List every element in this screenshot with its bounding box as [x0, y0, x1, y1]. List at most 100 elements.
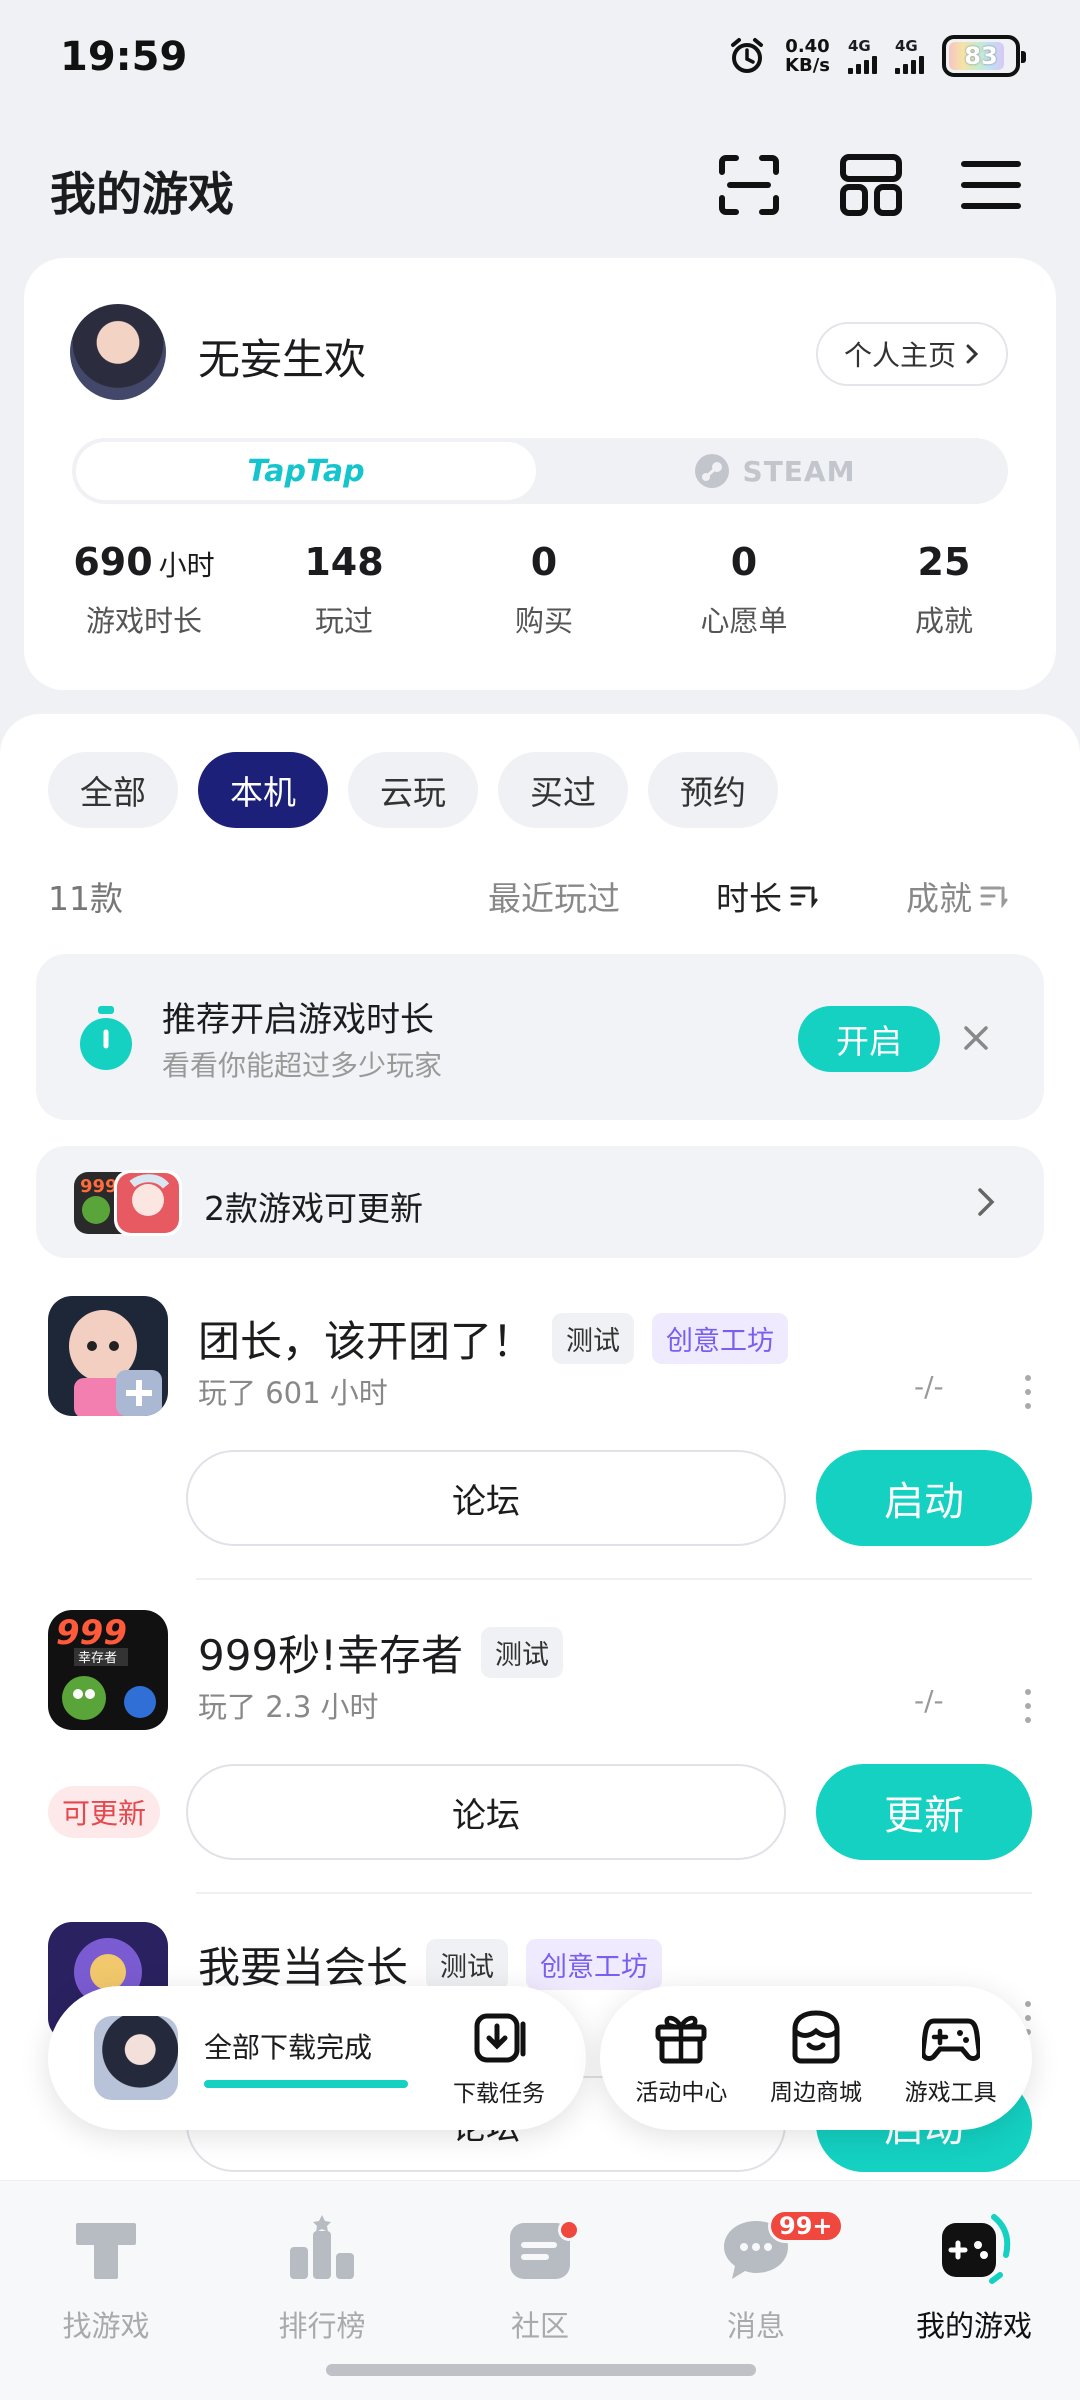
tip-title: 推荐开启游戏时长	[162, 1000, 434, 1040]
tab-steam[interactable]: STEAM	[544, 442, 1004, 500]
sort-recent[interactable]: 最近玩过	[488, 872, 620, 920]
game-tools-button[interactable]: 游戏工具	[891, 2009, 1011, 2107]
tools-pill: 活动中心 周边商城 游戏工具	[600, 1986, 1032, 2130]
game-row: 团长，该开团了！ 测试 创意工坊 玩了 601 小时 -/- 论坛 启动	[0, 1296, 1080, 1608]
download-progress-bar	[204, 2080, 408, 2088]
more-icon[interactable]	[1018, 1686, 1038, 1726]
profile-home-button[interactable]: 个人主页	[815, 322, 1008, 386]
stat-wishlist[interactable]: 0 心愿单	[644, 540, 844, 640]
more-icon[interactable]	[1018, 1372, 1038, 1412]
nav-find-games[interactable]: 找游戏	[16, 2209, 196, 2345]
update-button[interactable]: 更新	[816, 1764, 1032, 1860]
download-tasks-button[interactable]: 下载任务	[444, 2010, 554, 2108]
tag-test: 测试	[426, 1939, 509, 1990]
playtime-tip-banner: 推荐开启游戏时长 看看你能超过多少玩家 开启	[36, 954, 1044, 1120]
ranking-icon	[290, 2215, 354, 2279]
chevron-right-icon	[966, 344, 979, 364]
page-title: 我的游戏	[50, 167, 234, 221]
avatar[interactable]	[70, 304, 166, 400]
profile-card: 无妄生欢 个人主页 TapTap STEAM 690 小时 游戏时长 148 玩过 0…	[24, 258, 1056, 690]
download-icon	[474, 2013, 526, 2063]
layout-icon[interactable]	[838, 152, 904, 218]
forum-button[interactable]: 论坛	[186, 1450, 786, 1546]
stopwatch-icon	[80, 1006, 132, 1070]
tag-workshop: 创意工坊	[652, 1313, 789, 1364]
stats-row: 690 小时 游戏时长 148 玩过 0 购买 0 心愿单 25 成就	[44, 540, 1044, 640]
download-status-text: 全部下载完成	[204, 2031, 373, 2064]
username: 无妄生欢	[198, 335, 367, 384]
updates-text: 2款游戏可更新	[204, 1189, 423, 1228]
update-available-badge: 可更新	[48, 1786, 161, 1838]
game-playtime: 玩了 601 小时	[198, 1376, 388, 1410]
game-title: 团长，该开团了！ 测试 创意工坊	[198, 1308, 789, 1369]
sort-bar: 11款 最近玩过 时长 成就	[0, 864, 1080, 924]
stat-playtime[interactable]: 690 小时 游戏时长	[44, 540, 244, 640]
nav-ranking[interactable]: 排行榜	[232, 2209, 412, 2345]
signal-icon-sim2: 4G	[895, 38, 924, 74]
svg-text:999: 999	[56, 1613, 127, 1653]
game-count: 11款	[48, 879, 123, 918]
filter-chips: 全部 本机 云玩 买过 预约	[48, 752, 778, 828]
signal-icon-sim1: 4G	[848, 38, 877, 74]
download-game-thumbnail	[94, 2016, 178, 2100]
gamepad-icon	[920, 2018, 982, 2061]
platform-toggle: TapTap STEAM	[72, 438, 1008, 504]
nav-messages[interactable]: 99+ 消息	[666, 2209, 846, 2345]
stat-purchased[interactable]: 0 购买	[444, 540, 644, 640]
battery-icon: 83	[942, 35, 1026, 77]
updates-banner[interactable]: 999 2款游戏可更新	[36, 1146, 1044, 1258]
download-status-pill[interactable]: 全部下载完成 下载任务	[48, 1986, 586, 2130]
games-panel: 全部 本机 云玩 买过 预约 11款 最近玩过 时长 成就 推荐开启游戏时长 看…	[0, 714, 1080, 2180]
gift-icon	[655, 2015, 707, 2064]
home-indicator[interactable]	[326, 2364, 756, 2376]
activity-center-button[interactable]: 活动中心	[621, 2009, 741, 2107]
steam-icon	[694, 454, 729, 488]
game-title: 999秒!幸存者 测试	[198, 1622, 564, 1683]
nav-my-games[interactable]: 我的游戏	[884, 2209, 1064, 2345]
enable-playtime-button[interactable]: 开启	[798, 1006, 940, 1072]
my-games-icon	[942, 2214, 1011, 2284]
sort-achievement[interactable]: 成就	[906, 872, 1008, 920]
game-icon[interactable]	[48, 1296, 168, 1416]
game-icon[interactable]: 999幸存者	[48, 1610, 168, 1730]
store-icon	[792, 2010, 840, 2064]
sort-icon	[980, 886, 1008, 908]
sort-icon	[790, 886, 818, 908]
message-count-badge: 99+	[768, 2209, 844, 2243]
stat-played[interactable]: 148 玩过	[244, 540, 444, 640]
chevron-right-icon	[978, 1188, 995, 1216]
stat-achievements[interactable]: 25 成就	[844, 540, 1044, 640]
menu-icon[interactable]	[958, 152, 1024, 218]
sort-duration[interactable]: 时长	[716, 872, 818, 920]
filter-reserved[interactable]: 预约	[648, 752, 778, 828]
tag-test: 测试	[481, 1627, 564, 1678]
filter-cloud[interactable]: 云玩	[348, 752, 478, 828]
filter-all[interactable]: 全部	[48, 752, 178, 828]
filter-local[interactable]: 本机	[198, 752, 328, 828]
game-row: 999 幸存者 999秒!幸存者 测试 玩了 2.3 小时 -/- 可更新 论坛 …	[0, 1610, 1080, 1922]
divider	[196, 1892, 1032, 1894]
status-bar: 19:59 0.40 KB/s 4G 4G 83	[0, 0, 1080, 120]
launch-button[interactable]: 启动	[816, 1450, 1032, 1546]
nav-community[interactable]: 社区	[450, 2209, 630, 2345]
tap-icon	[76, 2223, 136, 2279]
tip-subtitle: 看看你能超过多少玩家	[162, 1049, 443, 1082]
notification-dot	[558, 2219, 580, 2241]
tag-test: 测试	[552, 1313, 635, 1364]
scan-icon[interactable]	[716, 152, 782, 218]
game-playtime: 玩了 2.3 小时	[198, 1690, 379, 1724]
network-speed: 0.40 KB/s	[785, 36, 830, 76]
page-header: 我的游戏	[0, 140, 1080, 230]
game-score: -/-	[914, 1370, 944, 1403]
filter-bought[interactable]: 买过	[498, 752, 628, 828]
status-time: 19:59	[60, 34, 188, 80]
svg-text:999: 999	[80, 1176, 118, 1197]
tab-taptap[interactable]: TapTap	[76, 442, 536, 500]
status-icons: 0.40 KB/s 4G 4G 83	[727, 32, 1026, 80]
merch-store-button[interactable]: 周边商城	[756, 2009, 876, 2107]
forum-button[interactable]: 论坛	[186, 1764, 786, 1860]
divider	[196, 1578, 1032, 1580]
alarm-icon	[731, 38, 764, 73]
svg-text:幸存者: 幸存者	[78, 1651, 117, 1666]
close-icon[interactable]	[952, 1014, 1000, 1062]
